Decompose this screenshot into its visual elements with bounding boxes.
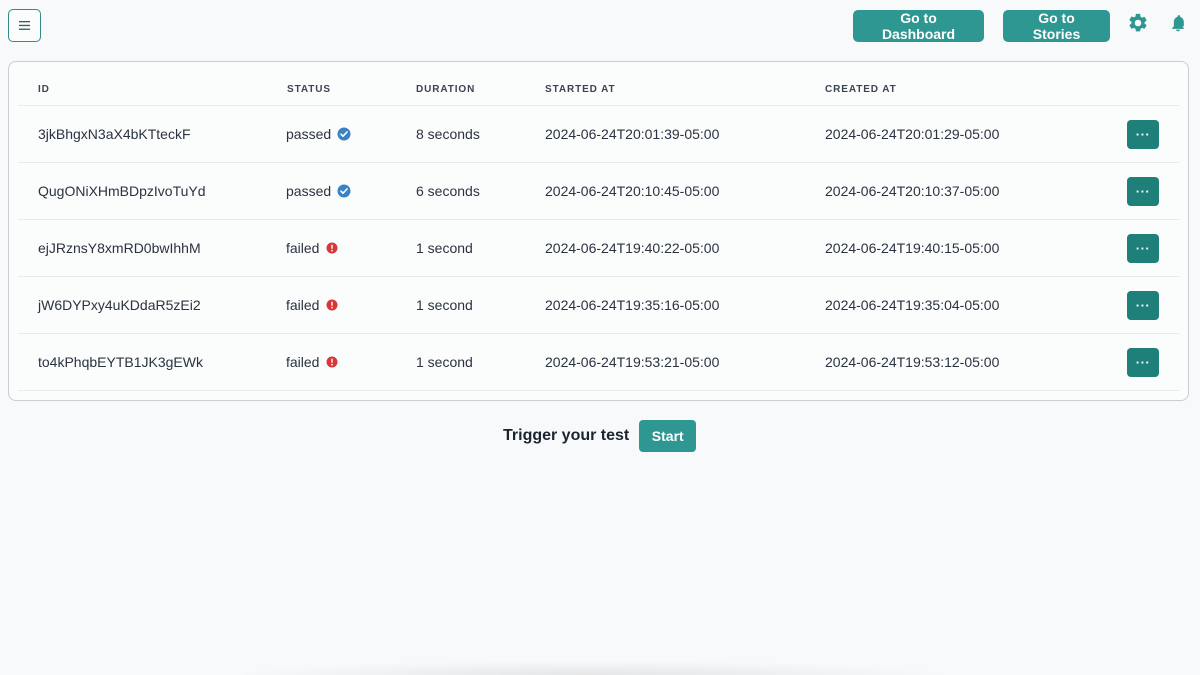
table-header: ID STATUS DURATION STARTED AT CREATED AT bbox=[18, 70, 1179, 106]
status-text: failed bbox=[286, 297, 320, 313]
run-started-at: 2024-06-24T19:53:21-05:00 bbox=[545, 354, 720, 370]
run-started-at: 2024-06-24T20:01:39-05:00 bbox=[545, 126, 720, 142]
run-started-at: 2024-06-24T19:40:22-05:00 bbox=[545, 240, 720, 256]
hamburger-icon bbox=[19, 21, 30, 30]
notifications-button[interactable] bbox=[1166, 11, 1190, 35]
run-started-at: 2024-06-24T19:35:16-05:00 bbox=[545, 297, 720, 313]
table-row: 3jkBhgxN3aX4bKTteckF passed 8 seconds 2024-… bbox=[18, 106, 1179, 163]
error-circle-icon bbox=[325, 241, 339, 255]
run-created-at: 2024-06-24T20:10:37-05:00 bbox=[825, 183, 1000, 199]
column-header-status: STATUS bbox=[287, 84, 331, 95]
column-header-duration: DURATION bbox=[416, 84, 476, 95]
status-text: failed bbox=[286, 354, 320, 370]
row-actions-button[interactable]: ··· bbox=[1127, 177, 1159, 206]
run-created-at: 2024-06-24T19:35:04-05:00 bbox=[825, 297, 1000, 313]
run-id: ejJRznsY8xmRD0bwIhhM bbox=[38, 240, 201, 256]
run-duration: 1 second bbox=[416, 297, 473, 313]
test-runs-table: ID STATUS DURATION STARTED AT CREATED AT… bbox=[18, 70, 1179, 391]
row-actions-button[interactable]: ··· bbox=[1127, 291, 1159, 320]
run-status: passed bbox=[286, 126, 351, 142]
table-row: QugONiXHmBDpzIvoTuYd passed 6 seconds 2024-… bbox=[18, 163, 1179, 220]
run-status: failed bbox=[286, 354, 339, 370]
error-circle-icon bbox=[325, 355, 339, 369]
go-to-dashboard-button[interactable]: Go to Dashboard bbox=[853, 10, 984, 42]
status-text: passed bbox=[286, 183, 332, 199]
run-created-at: 2024-06-24T19:40:15-05:00 bbox=[825, 240, 1000, 256]
table-row: jW6DYPxy4uKDdaR5zEi2 failed 1 second 2024-0… bbox=[18, 277, 1179, 334]
table-row: to4kPhqbEYTB1JK3gEWk failed 1 second 2024-0… bbox=[18, 334, 1179, 391]
run-duration: 8 seconds bbox=[416, 126, 480, 142]
check-circle-icon bbox=[337, 184, 351, 198]
bell-icon bbox=[1172, 15, 1184, 32]
run-duration: 6 seconds bbox=[416, 183, 480, 199]
table-row: ejJRznsY8xmRD0bwIhhM failed 1 second 2024-0… bbox=[18, 220, 1179, 277]
run-status: failed bbox=[286, 240, 339, 256]
menu-button[interactable] bbox=[8, 9, 41, 42]
table-body: 3jkBhgxN3aX4bKTteckF passed 8 seconds 2024-… bbox=[18, 106, 1179, 391]
test-runs-table-card: ID STATUS DURATION STARTED AT CREATED AT… bbox=[8, 61, 1189, 401]
bottom-shadow bbox=[230, 661, 950, 675]
run-status: failed bbox=[286, 297, 339, 313]
row-actions-button[interactable]: ··· bbox=[1127, 120, 1159, 149]
run-duration: 1 second bbox=[416, 354, 473, 370]
status-text: failed bbox=[286, 240, 320, 256]
run-duration: 1 second bbox=[416, 240, 473, 256]
trigger-text: Trigger your test bbox=[503, 427, 630, 444]
column-header-created-at: CREATED AT bbox=[825, 84, 897, 95]
row-actions-button[interactable]: ··· bbox=[1127, 348, 1159, 377]
run-status: passed bbox=[286, 183, 351, 199]
gear-icon bbox=[1129, 13, 1147, 32]
run-id: to4kPhqbEYTB1JK3gEWk bbox=[38, 354, 203, 370]
column-header-started-at: STARTED AT bbox=[545, 84, 616, 95]
trigger-section: Trigger your test Start bbox=[503, 420, 697, 452]
run-created-at: 2024-06-24T19:53:12-05:00 bbox=[825, 354, 1000, 370]
status-text: passed bbox=[286, 126, 332, 142]
run-created-at: 2024-06-24T20:01:29-05:00 bbox=[825, 126, 1000, 142]
start-button[interactable]: Start bbox=[639, 420, 697, 452]
run-id: QugONiXHmBDpzIvoTuYd bbox=[38, 183, 206, 199]
error-circle-icon bbox=[325, 298, 339, 312]
column-header-id: ID bbox=[38, 84, 50, 95]
run-id: jW6DYPxy4uKDdaR5zEi2 bbox=[38, 297, 201, 313]
settings-button[interactable] bbox=[1126, 11, 1150, 35]
check-circle-icon bbox=[337, 127, 351, 141]
page: Go to Dashboard Go to Stories ID STATUS … bbox=[0, 0, 1200, 675]
go-to-stories-button[interactable]: Go to Stories bbox=[1003, 10, 1110, 42]
run-started-at: 2024-06-24T20:10:45-05:00 bbox=[545, 183, 720, 199]
row-actions-button[interactable]: ··· bbox=[1127, 234, 1159, 263]
run-id: 3jkBhgxN3aX4bKTteckF bbox=[38, 126, 191, 142]
